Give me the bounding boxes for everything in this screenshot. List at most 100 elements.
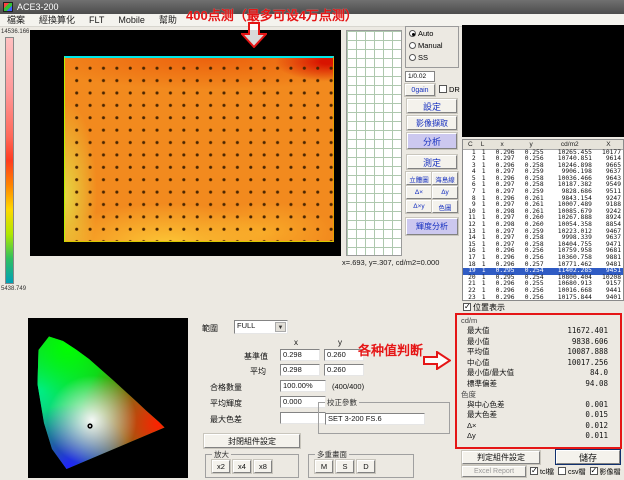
column-header-y: y (338, 338, 342, 347)
stat-label: 最小值/最大值 (461, 368, 514, 379)
stat-value: 10017.256 (567, 358, 616, 369)
mode-label: Auto (418, 29, 433, 38)
mode-radio-SS[interactable]: SS (409, 53, 455, 65)
zoom-label: 放大 (212, 449, 231, 460)
window-title: ACE3-200 (17, 0, 59, 14)
file-type-checkboxes: tcl檔 csv檔 影像檔 (530, 467, 624, 477)
table-row[interactable]: 2310.2960.25610175.8449401 (463, 295, 623, 301)
image-capture-button[interactable]: 影像擷取 (407, 116, 457, 130)
stat-label: 與中心色差 (461, 400, 505, 411)
checkbox-icon (530, 467, 538, 475)
filecheck-label: tcl檔 (540, 469, 554, 476)
closed-component-settings-button[interactable]: 封閉組件設定 (204, 434, 300, 448)
settings-button[interactable]: 設定 (407, 99, 457, 113)
zoom-button-x8[interactable]: x8 (254, 460, 272, 473)
stat-label: Δ× (461, 421, 476, 432)
dr-checkbox[interactable]: DR (439, 85, 460, 94)
save-button[interactable]: 儲存 (556, 450, 620, 464)
chevron-down-icon[interactable]: ▼ (275, 322, 286, 332)
stat-value: 0.015 (585, 410, 616, 421)
menu-item-幫助[interactable]: 幫助 (152, 14, 184, 26)
filecheck-label: 影像檔 (600, 469, 621, 476)
button-海島線[interactable]: 海島線 (432, 172, 458, 185)
button-Δ×[interactable]: Δ× (406, 186, 432, 199)
dr-label: DR (449, 85, 460, 94)
stat-value: 84.0 (590, 368, 616, 379)
stat-value: 9838.606 (572, 337, 616, 348)
stat-row: 平均值10087.888 (461, 347, 616, 358)
judgement-settings-button[interactable]: 判定組件設定 (462, 451, 540, 464)
max-color-diff-label: 最大色差 (210, 414, 242, 425)
filecheck-影像檔[interactable]: 影像檔 (590, 469, 621, 476)
heatmap-panel[interactable] (30, 30, 341, 256)
table-header: x (488, 140, 517, 149)
measurement-table[interactable]: CLxycd/m2X 110.2960.25510265.45510177210… (462, 139, 624, 301)
filecheck-tcl檔[interactable]: tcl檔 (530, 469, 554, 476)
reference-label: 基準值 (244, 351, 268, 362)
menu-item-Mobile[interactable]: Mobile (111, 14, 152, 26)
camera-preview (462, 25, 624, 137)
stat-label: 最大色差 (461, 410, 497, 421)
pair-row: Δ×Δy (406, 186, 460, 200)
column-header-x: x (294, 338, 298, 347)
filecheck-csv檔[interactable]: csv檔 (558, 469, 586, 476)
multi-screen-group: 多重畫面 MSD (308, 454, 414, 478)
analyze-button[interactable]: 分析 (407, 133, 457, 149)
button-Δy[interactable]: Δy (432, 186, 458, 199)
app-icon (3, 2, 13, 12)
stats-section-label: cd/m (461, 316, 616, 326)
multi-button-D[interactable]: D (357, 460, 375, 473)
pass-count-value: (400/400) (332, 382, 364, 391)
stat-row: 最小值 9838.606 (461, 337, 616, 348)
button-Δ×y[interactable]: Δ×y (406, 200, 432, 213)
annotation-arrow-right-icon (423, 351, 451, 370)
stat-row: Δ×0.012 (461, 421, 616, 432)
gain-button[interactable]: 0gain (405, 84, 435, 96)
zoom-group: 放大 x2x4x8 (205, 454, 299, 478)
measurement-table-body: 110.2960.25510265.45510177210.2970.25610… (463, 149, 623, 301)
measure-button[interactable]: 測定 (407, 155, 457, 169)
radio-icon (409, 30, 416, 37)
capture-mode-group: Auto Manual SS (405, 26, 459, 68)
stat-label: Δy (461, 431, 476, 442)
zoom-button-x2[interactable]: x2 (212, 460, 230, 473)
measurement-points-grid (65, 58, 333, 241)
table-header: L (478, 140, 488, 149)
mode-radio-Manual[interactable]: Manual (409, 41, 455, 53)
table-header: y (517, 140, 546, 149)
table-header: C (463, 140, 478, 149)
position-display-checkbox[interactable]: 位置表示 (463, 302, 505, 313)
stat-label: 最小值 (461, 337, 490, 348)
stat-row: 最小值/最大值 84.0 (461, 368, 616, 379)
reference-x-field[interactable]: 0.298 (280, 349, 320, 361)
range-select[interactable]: FULL▼ (234, 320, 288, 334)
checkbox-icon (463, 303, 471, 311)
stat-value: 11672.401 (567, 326, 616, 337)
button-色圖[interactable]: 色圖 (432, 200, 458, 213)
multi-button-M[interactable]: M (315, 460, 333, 473)
multi-button-S[interactable]: S (336, 460, 354, 473)
menu-item-FLT[interactable]: FLT (82, 14, 111, 26)
luminance-analysis-button[interactable]: 輝度分析 (406, 218, 458, 235)
zoom-button-x4[interactable]: x4 (233, 460, 251, 473)
annotation-arrow-down-icon (241, 22, 267, 48)
checkbox-icon (439, 85, 447, 93)
menu-item-檔案[interactable]: 檔案 (0, 14, 32, 26)
pass-count-label: 合格數量 (210, 382, 242, 393)
mode-radio-Auto[interactable]: Auto (409, 29, 455, 41)
app-window: ACE3-200 檔案經換算化FLTMobile幫助 14536.166 543… (0, 0, 624, 480)
measurement-table-head: CLxycd/m2X (463, 140, 623, 149)
annotation-judge-note: 各种值判断 (358, 340, 423, 359)
button-立體圖[interactable]: 立體圖 (406, 172, 432, 185)
calibration-value[interactable]: SET 3-200 FS.6 (325, 413, 425, 425)
annotation-points-note: 400点测（最多可设4万点测） (186, 5, 358, 24)
exposure-field[interactable]: 1/0.02 (405, 71, 435, 82)
menu-item-經換算化[interactable]: 經換算化 (32, 14, 82, 26)
average-x-field: 0.298 (280, 364, 320, 376)
heatmap-image[interactable] (64, 56, 334, 242)
profile-grid-plot (346, 30, 402, 256)
pass-rate-field: 100.00% (280, 380, 326, 392)
mode-label: Manual (418, 41, 443, 50)
avg-luminance-label: 平均輝度 (210, 398, 242, 409)
checkbox-icon (558, 467, 566, 475)
